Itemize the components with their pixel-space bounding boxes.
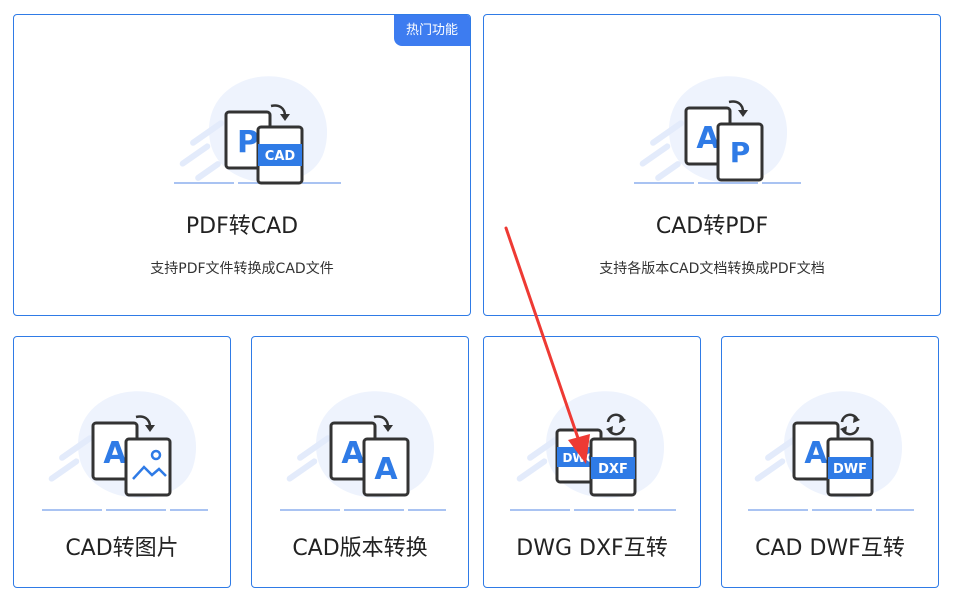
svg-text:A: A bbox=[804, 436, 828, 471]
card-cad-to-image[interactable]: A CAD转图片 bbox=[13, 336, 231, 588]
svg-text:A: A bbox=[103, 436, 127, 471]
dwg-dxf-illustration: DWG DXF bbox=[506, 375, 681, 520]
card-title: DWG DXF互转 bbox=[516, 536, 668, 561]
card-title: CAD转图片 bbox=[65, 536, 179, 561]
card-cad-dwf-convert[interactable]: A DWF CAD DWF互转 bbox=[721, 336, 939, 588]
cad-version-illustration: A A bbox=[276, 375, 451, 520]
card-description: 支持PDF文件转换成CAD文件 bbox=[150, 261, 334, 277]
card-title: PDF转CAD bbox=[185, 214, 299, 239]
svg-text:P: P bbox=[730, 136, 751, 169]
cad-to-pdf-illustration: A P bbox=[629, 60, 809, 205]
svg-text:DWF: DWF bbox=[833, 462, 867, 477]
svg-text:A: A bbox=[374, 452, 398, 487]
svg-text:CAD: CAD bbox=[265, 149, 296, 164]
cad-dwf-illustration: A DWF bbox=[744, 375, 919, 520]
pdf-to-cad-illustration: P CAD bbox=[169, 60, 349, 205]
hot-feature-badge: 热门功能 bbox=[394, 15, 470, 46]
svg-text:A: A bbox=[341, 436, 365, 471]
svg-text:DXF: DXF bbox=[598, 462, 628, 477]
cad-to-image-illustration: A bbox=[38, 375, 213, 520]
card-dwg-dxf-convert[interactable]: DWG DXF DWG DXF互转 bbox=[483, 336, 701, 588]
card-cad-to-pdf[interactable]: A P CAD转PDF 支持各版本CAD文档转换成PDF文档 bbox=[483, 14, 941, 316]
card-title: CAD版本转换 bbox=[292, 536, 428, 561]
svg-text:P: P bbox=[237, 125, 259, 160]
card-pdf-to-cad[interactable]: 热门功能 P CAD PDF转CAD 支持PDF文件转换成CAD文件 bbox=[13, 14, 471, 316]
card-title: CAD转PDF bbox=[655, 214, 769, 239]
card-cad-version-convert[interactable]: A A CAD版本转换 bbox=[251, 336, 469, 588]
card-title: CAD DWF互转 bbox=[755, 536, 905, 561]
card-description: 支持各版本CAD文档转换成PDF文档 bbox=[599, 261, 825, 277]
